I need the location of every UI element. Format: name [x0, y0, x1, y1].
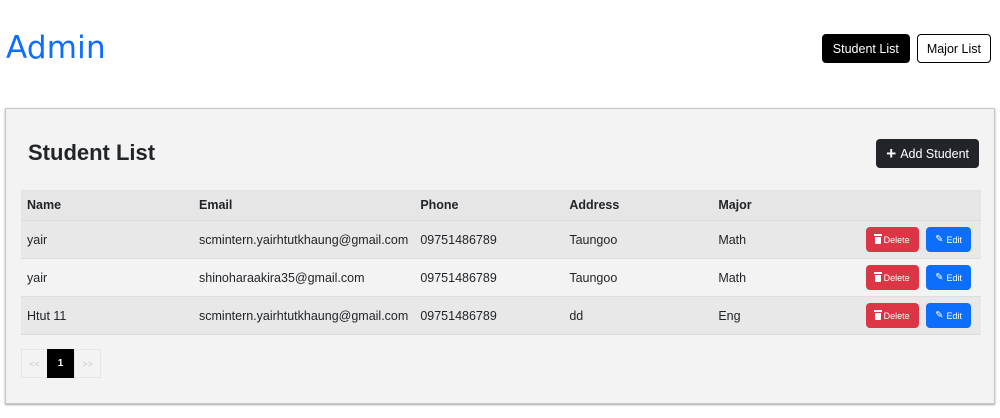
column-header-major: Major — [712, 190, 853, 221]
delete-label: Delete — [883, 234, 910, 245]
page-title: Student List — [28, 140, 156, 165]
table-row: Htut 11 scmintern.yairhtutkhaung@gmail.c… — [21, 296, 981, 335]
nav-major-list-button[interactable]: Major List — [916, 34, 991, 63]
pagination-page-1[interactable]: 1 — [47, 349, 74, 378]
cell-address: Taungoo — [563, 258, 713, 297]
pagination-next[interactable]: >> — [74, 349, 101, 378]
edit-button[interactable]: ✎ Edit — [926, 265, 971, 290]
cell-email: scmintern.yairhtutkhaung@gmail.com — [193, 220, 415, 259]
cell-major: Math — [712, 258, 853, 297]
column-header-name: Name — [21, 190, 193, 221]
cell-phone: 09751486789 — [414, 296, 564, 335]
edit-button[interactable]: ✎ Edit — [926, 303, 971, 328]
cell-actions: Delete ✎ Edit — [852, 258, 981, 297]
delete-label: Delete — [883, 272, 910, 283]
cell-name: yair — [21, 258, 193, 297]
delete-button[interactable]: Delete — [865, 227, 919, 252]
cell-phone: 09751486789 — [414, 220, 564, 259]
cell-email: shinoharaakira35@gmail.com — [193, 258, 415, 297]
edit-icon: ✎ — [935, 271, 944, 283]
nav-student-list-button[interactable]: Student List — [821, 34, 910, 63]
student-table: Name Email Phone Address Major yair scmi… — [21, 190, 981, 335]
brand-title[interactable]: Admin — [6, 30, 106, 66]
delete-label: Delete — [883, 310, 910, 321]
table-header-row: Name Email Phone Address Major — [21, 190, 981, 221]
delete-button[interactable]: Delete — [865, 303, 919, 328]
add-student-label: Add Student — [900, 146, 969, 161]
trash-icon — [873, 234, 882, 244]
table-row: yair scmintern.yairhtutkhaung@gmail.com … — [21, 220, 981, 259]
column-header-address: Address — [563, 190, 713, 221]
add-student-button[interactable]: + Add Student — [876, 139, 979, 168]
pagination-prev[interactable]: << — [21, 349, 48, 378]
trash-icon — [873, 310, 882, 320]
trash-icon — [873, 272, 882, 282]
top-nav: Student List Major List — [821, 34, 991, 63]
column-header-actions — [852, 190, 981, 221]
edit-icon: ✎ — [935, 309, 944, 321]
table-row: yair shinoharaakira35@gmail.com 09751486… — [21, 258, 981, 297]
cell-major: Math — [712, 220, 853, 259]
cell-phone: 09751486789 — [414, 258, 564, 297]
column-header-phone: Phone — [414, 190, 564, 221]
cell-address: Taungoo — [563, 220, 713, 259]
cell-actions: Delete ✎ Edit — [852, 296, 981, 335]
plus-icon: + — [886, 143, 897, 163]
cell-actions: Delete ✎ Edit — [852, 220, 981, 259]
cell-major: Eng — [712, 296, 853, 335]
delete-button[interactable]: Delete — [865, 265, 919, 290]
cell-name: yair — [21, 220, 193, 259]
pagination: << 1 >> — [21, 349, 101, 378]
column-header-email: Email — [193, 190, 415, 221]
edit-label: Edit — [946, 310, 962, 321]
edit-button[interactable]: ✎ Edit — [926, 227, 971, 252]
edit-label: Edit — [946, 234, 962, 245]
edit-label: Edit — [946, 272, 962, 283]
edit-icon: ✎ — [935, 233, 944, 245]
cell-email: scmintern.yairhtutkhaung@gmail.com — [193, 296, 415, 335]
student-list-card: Student List + Add Student Name Email Ph… — [5, 108, 995, 404]
cell-name: Htut 11 — [21, 296, 193, 335]
cell-address: dd — [563, 296, 713, 335]
